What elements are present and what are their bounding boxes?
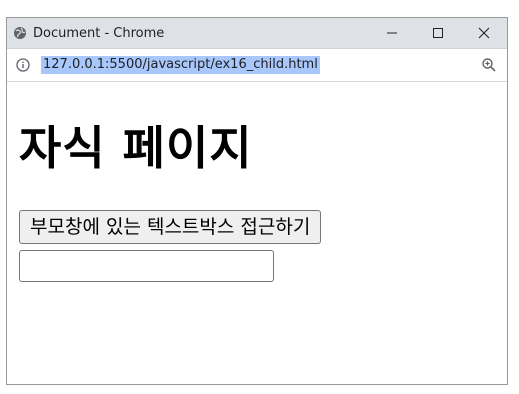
zoom-icon[interactable] xyxy=(481,57,497,73)
address-bar: 127.0.0.1:5500/javascript/ex16_child.htm… xyxy=(7,49,507,82)
minimize-button[interactable] xyxy=(369,18,415,49)
window-title: Document - Chrome xyxy=(33,25,165,41)
maximize-button[interactable] xyxy=(415,18,461,49)
access-parent-textbox-button[interactable]: 부모창에 있는 텍스트박스 접근하기 xyxy=(19,210,322,244)
close-button[interactable] xyxy=(461,18,507,49)
text-input[interactable] xyxy=(19,250,274,282)
maximize-icon xyxy=(432,24,444,43)
globe-icon xyxy=(13,26,27,40)
page-title: 자식 페이지 xyxy=(19,121,253,175)
title-bar: Document - Chrome xyxy=(7,18,507,49)
window-controls xyxy=(369,18,507,49)
browser-window: Document - Chrome 127.0.0.1:5500/javascr… xyxy=(6,17,508,385)
minimize-icon xyxy=(386,24,398,43)
close-icon xyxy=(478,24,490,43)
info-icon[interactable] xyxy=(16,58,30,72)
page-content: 자식 페이지 부모창에 있는 텍스트박스 접근하기 xyxy=(7,120,507,282)
url-field[interactable]: 127.0.0.1:5500/javascript/ex16_child.htm… xyxy=(41,56,320,74)
